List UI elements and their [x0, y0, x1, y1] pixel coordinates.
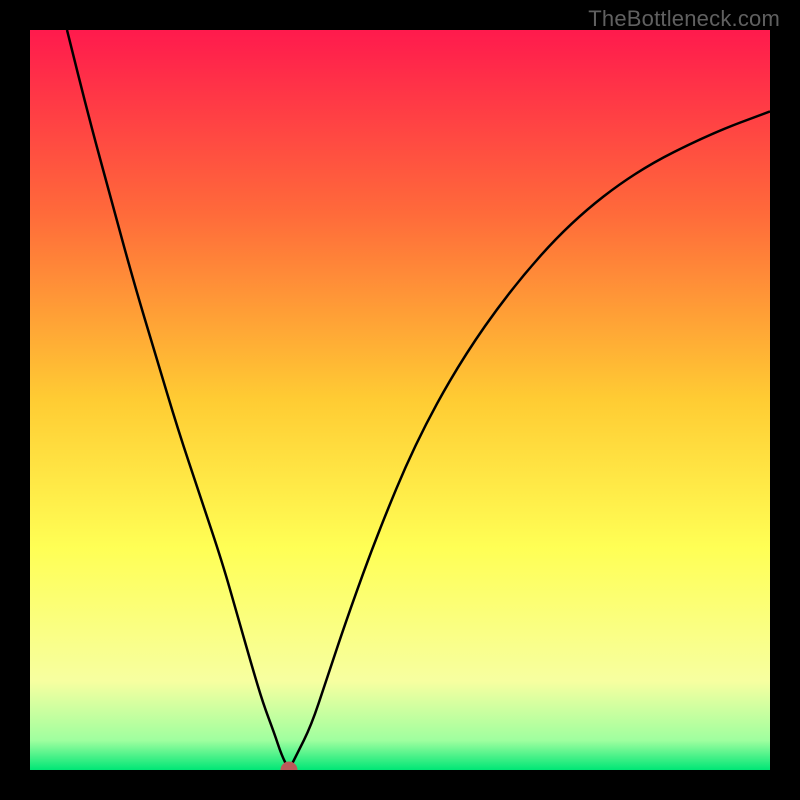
- plot-area: [30, 30, 770, 770]
- gradient-bg: [30, 30, 770, 770]
- chart-frame: TheBottleneck.com: [0, 0, 800, 800]
- watermark-text: TheBottleneck.com: [588, 6, 780, 32]
- gradient-rect: [30, 30, 770, 770]
